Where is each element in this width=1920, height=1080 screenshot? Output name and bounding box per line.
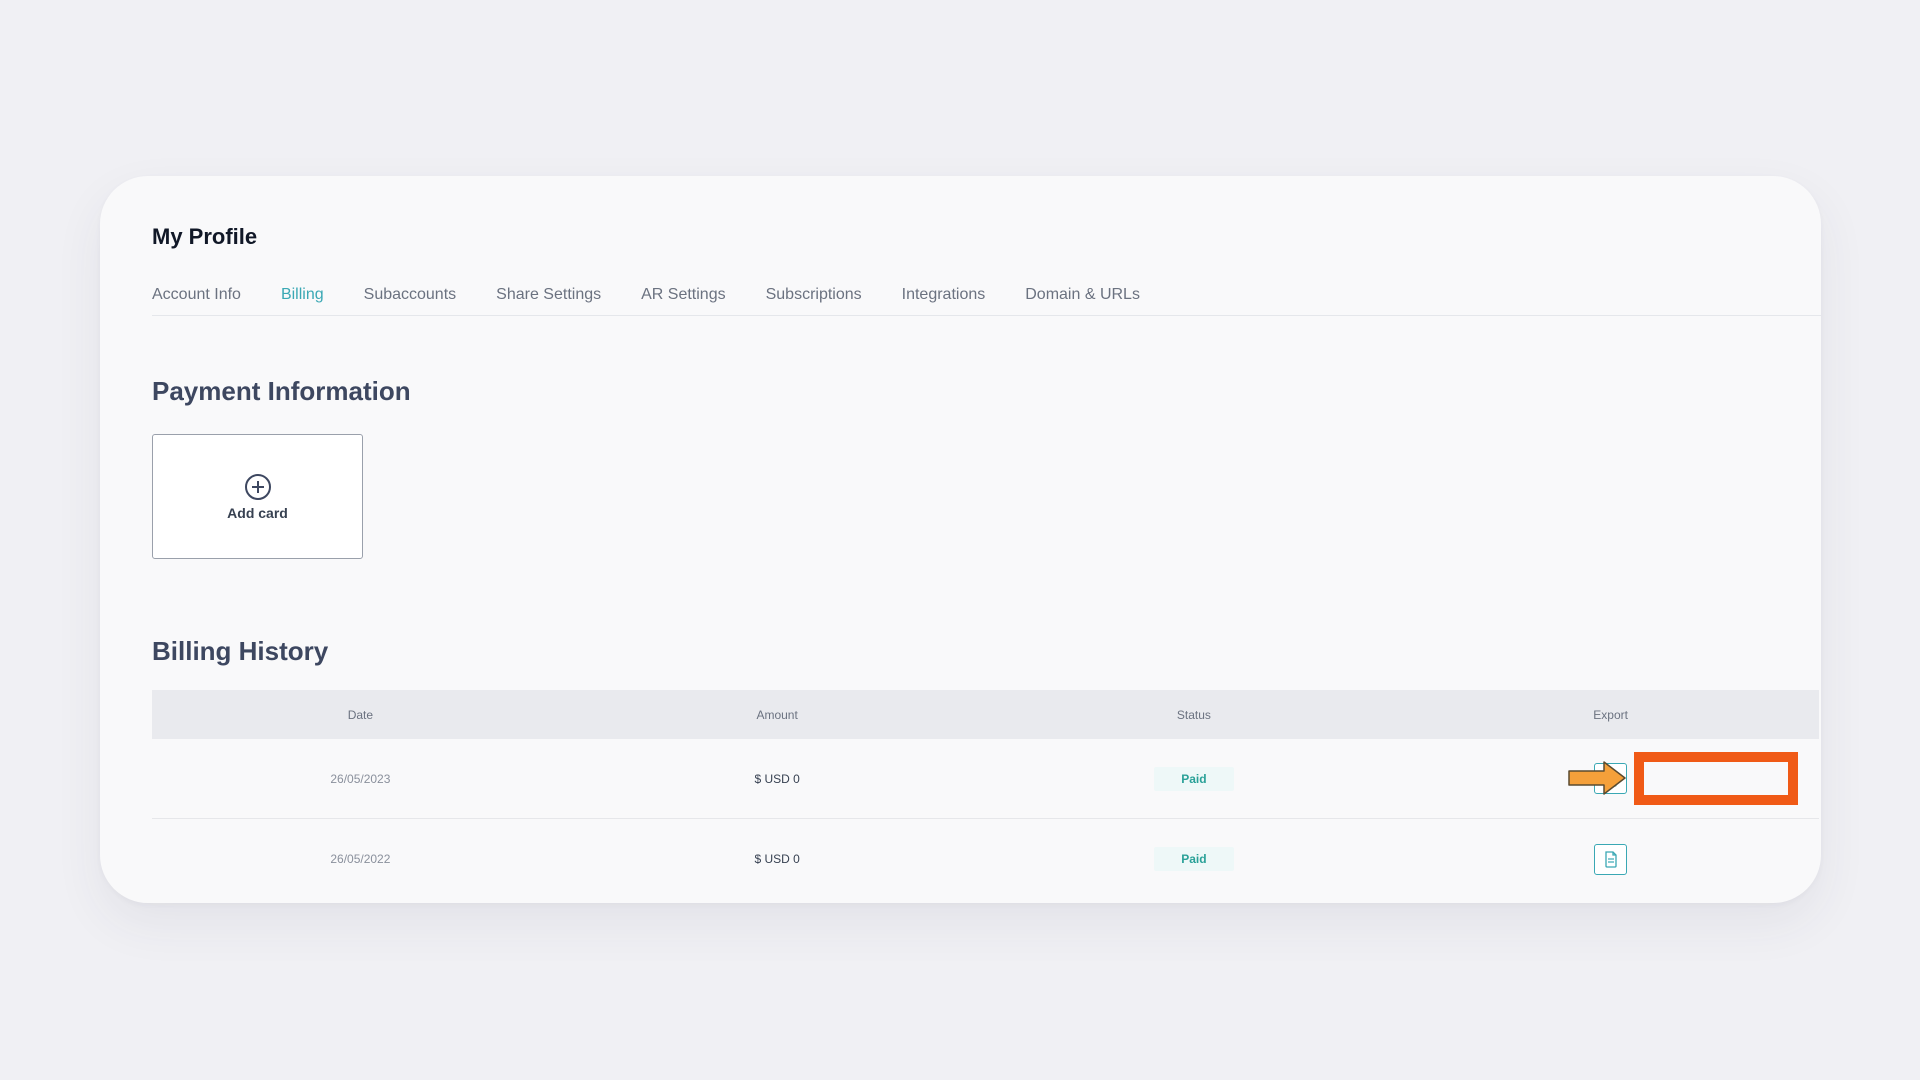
table-row: 26/05/2022 $ USD 0 Paid (152, 819, 1819, 899)
column-header-status: Status (1176, 707, 1211, 722)
page-title: My Profile (152, 224, 258, 249)
column-header-export: Export (1593, 707, 1628, 722)
tab-share-settings[interactable]: Share Settings (496, 284, 601, 315)
row-status-cell: Paid (986, 847, 1403, 871)
profile-card: My Profile Account Info Billing Subaccou… (100, 176, 1821, 903)
billing-history-title: Billing History (152, 636, 329, 666)
document-export-icon (1604, 850, 1617, 868)
row-date: 26/05/2022 (330, 852, 391, 866)
tab-account-info[interactable]: Account Info (152, 284, 241, 315)
row-amount: $ USD 0 (754, 852, 800, 866)
annotation-arrow-icon (1568, 761, 1626, 795)
tab-subaccounts[interactable]: Subaccounts (364, 284, 457, 315)
table-header: Date Amount Status Export (152, 690, 1819, 739)
tab-ar-settings[interactable]: AR Settings (641, 284, 725, 315)
row-date: 26/05/2023 (330, 771, 391, 786)
plus-circle-icon (244, 473, 271, 500)
add-card-button[interactable]: Add card (152, 434, 363, 559)
column-header-date: Date (347, 707, 374, 722)
tab-domain-urls[interactable]: Domain & URLs (1025, 284, 1140, 315)
tab-subscriptions[interactable]: Subscriptions (766, 284, 862, 315)
row-status-cell: Paid (986, 766, 1403, 791)
status-badge: Paid (1153, 766, 1234, 791)
row-amount: $ USD 0 (754, 771, 800, 786)
export-button[interactable] (1594, 843, 1628, 875)
row-export-cell (1402, 843, 1819, 875)
payment-information-title: Payment Information (152, 376, 411, 406)
status-badge: Paid (1153, 847, 1234, 871)
add-card-label: Add card (227, 504, 288, 521)
profile-tabs: Account Info Billing Subaccounts Share S… (152, 284, 1821, 316)
column-header-amount: Amount (756, 707, 798, 722)
tab-billing[interactable]: Billing (281, 284, 324, 315)
tab-integrations[interactable]: Integrations (902, 284, 986, 315)
